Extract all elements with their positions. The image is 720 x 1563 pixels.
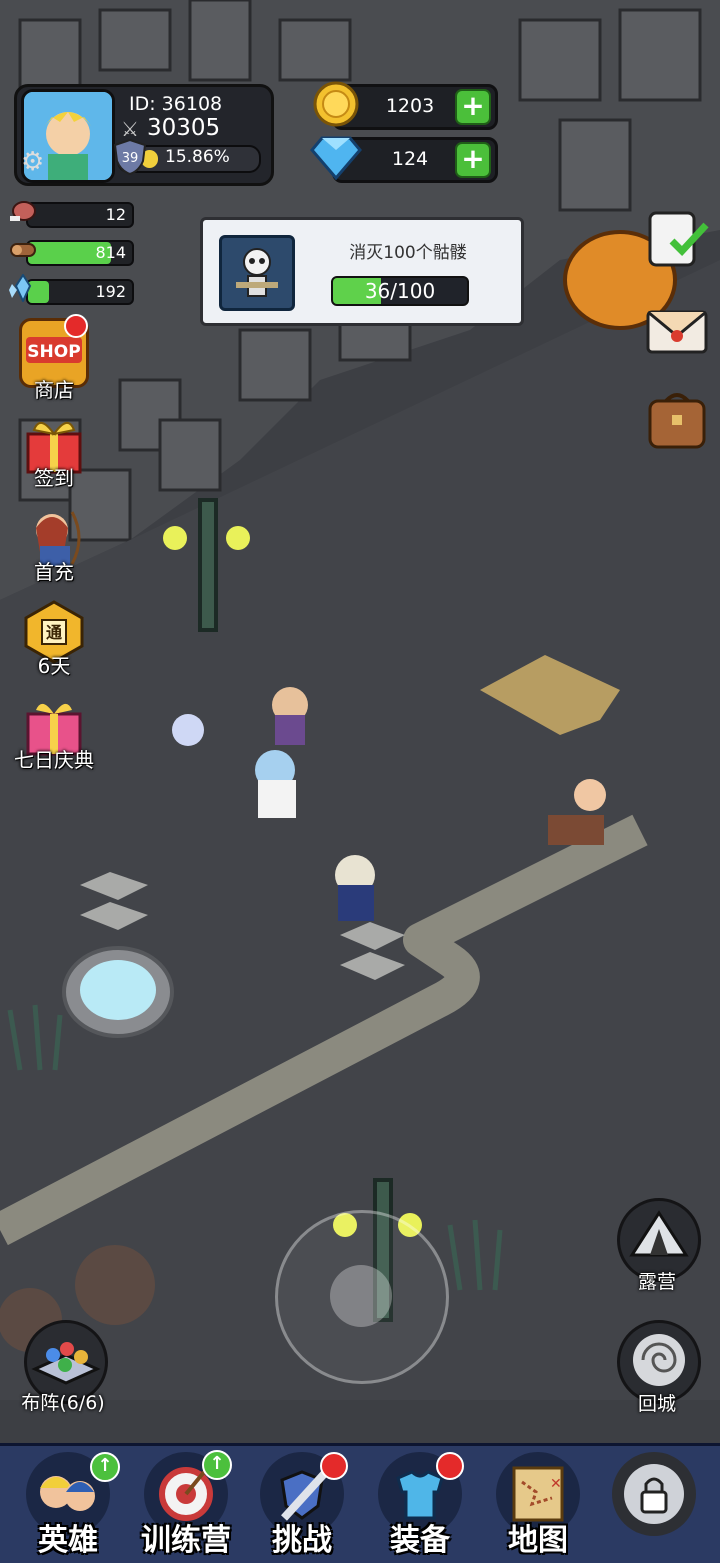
skeleton-quest-icon	[219, 235, 295, 311]
sign-in-button[interactable]: 签到	[8, 412, 100, 491]
player-power: 30305	[147, 115, 221, 141]
wood-icon	[8, 236, 38, 264]
locked-icon	[612, 1452, 696, 1536]
settings-gear-icon[interactable]: ⚙	[21, 147, 44, 177]
equipment-notification-dot	[436, 1452, 464, 1480]
bottom-nav-bar: ↑ 英雄 ↑ 训练营 挑战 装备 ✕ 地图	[0, 1443, 720, 1563]
level-shield-icon: 39	[113, 139, 147, 175]
return-town-label: 回城	[637, 1393, 676, 1415]
shop-button[interactable]: SHOP 商店	[8, 314, 100, 403]
heroes-upgrade-badge: ↑	[90, 1452, 120, 1482]
add-gold-button[interactable]: +	[455, 89, 491, 125]
gold-amount: 1203	[385, 95, 435, 117]
svg-text:✕: ✕	[550, 1476, 562, 1492]
exp-percent: 15.86%	[165, 147, 230, 167]
crystal-bar: 192	[26, 279, 134, 305]
first-recharge-label: 首充	[34, 560, 74, 584]
meat-amount: 12	[105, 205, 126, 224]
quest-panel[interactable]: 消灭100个骷髅 36/100	[200, 217, 524, 326]
nav-locked[interactable]	[594, 1446, 714, 1563]
crystal-icon	[8, 273, 38, 304]
formation-label: 布阵(6/6)	[21, 1392, 105, 1414]
gem-amount: 124	[391, 148, 429, 170]
sign-in-label: 签到	[34, 466, 74, 490]
nav-training[interactable]: ↑ 训练营	[126, 1446, 246, 1563]
nav-equipment-label: 装备	[390, 1523, 450, 1558]
player-level: 39	[122, 151, 139, 166]
wood-amount: 814	[95, 243, 126, 262]
camp-label: 露营	[637, 1271, 676, 1293]
checklist-icon	[648, 211, 709, 267]
seven-day-celebration-button[interactable]: 七日庆典	[8, 694, 100, 773]
player-id: ID: 36108	[129, 93, 223, 115]
shop-notification-dot	[64, 314, 88, 338]
svg-text:SHOP: SHOP	[27, 342, 80, 362]
nav-map[interactable]: ✕ 地图	[478, 1446, 598, 1563]
nav-heroes-label: 英雄	[38, 1523, 98, 1558]
player-info-card[interactable]: ⚙ ID: 36108 ⚔ 30305 39 15.86%	[14, 84, 274, 186]
nav-heroes[interactable]: ↑ 英雄	[8, 1446, 128, 1563]
crystal-amount: 192	[95, 282, 126, 301]
nav-map-label: 地图	[508, 1523, 568, 1558]
nav-challenge-label: 挑战	[272, 1523, 332, 1558]
seven-day-celebration-label: 七日庆典	[14, 748, 94, 772]
add-gem-button[interactable]: +	[455, 142, 491, 178]
training-upgrade-badge: ↑	[202, 1450, 232, 1480]
first-recharge-button[interactable]: 首充	[8, 506, 100, 585]
challenge-notification-dot	[320, 1452, 348, 1480]
nav-challenge[interactable]: 挑战	[242, 1446, 362, 1563]
nav-equipment[interactable]: 装备	[360, 1446, 480, 1563]
nav-training-label: 训练营	[141, 1523, 231, 1558]
joystick-knob[interactable]	[330, 1265, 392, 1327]
mail-icon	[646, 310, 708, 354]
meat-icon	[8, 198, 38, 226]
bag-button[interactable]	[644, 387, 710, 453]
pass-button[interactable]: 通 6天	[8, 600, 100, 679]
quest-progress-text: 36/100	[364, 279, 436, 303]
blue-gem-icon	[310, 136, 362, 180]
svg-text:通: 通	[46, 623, 62, 642]
gold-coin-icon	[313, 81, 359, 127]
backpack-icon	[648, 393, 706, 449]
virtual-joystick[interactable]	[275, 1210, 449, 1384]
quest-progress-bar: 36/100	[331, 276, 469, 306]
shop-label: 商店	[34, 378, 74, 402]
power-sword-icon: ⚔	[121, 117, 139, 141]
wood-bar: 814	[26, 240, 134, 266]
meat-bar: 12	[26, 202, 134, 228]
quest-title: 消灭100个骷髅	[349, 243, 467, 263]
pass-days-label: 6天	[37, 654, 71, 678]
mail-button[interactable]	[644, 296, 710, 362]
task-checklist-button[interactable]	[644, 205, 710, 271]
